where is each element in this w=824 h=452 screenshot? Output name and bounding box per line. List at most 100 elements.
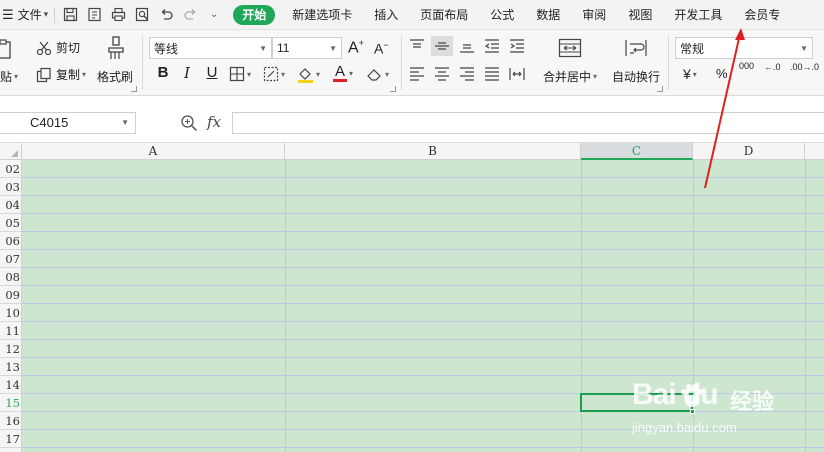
italic-icon[interactable]: I [178, 64, 196, 82]
justify-icon[interactable] [483, 66, 501, 82]
fill-color-button[interactable]: ▾ [297, 66, 320, 83]
row-header[interactable]: 16 [0, 412, 21, 430]
row-header[interactable]: 09 [0, 286, 21, 304]
row-header[interactable]: 02 [0, 160, 21, 178]
format-painter-button[interactable]: 格式刷 [97, 68, 133, 85]
select-all-button[interactable] [0, 143, 22, 160]
tab-data[interactable]: 数据 [525, 0, 571, 29]
cell-style-button[interactable]: ▾ [263, 66, 285, 82]
number-format-value: 常规 [680, 41, 705, 56]
font-size-value: 11 [277, 41, 290, 55]
align-bottom-icon[interactable] [458, 38, 476, 54]
tab-review[interactable]: 审阅 [571, 0, 617, 29]
column-header-c[interactable]: C [581, 143, 693, 160]
column-header-a[interactable]: A [22, 143, 285, 160]
chevron-down-icon: ▼ [259, 43, 267, 53]
font-color-icon: A [333, 63, 348, 82]
align-middle-icon[interactable] [431, 36, 453, 56]
row-header[interactable]: 17 [0, 430, 21, 448]
decrease-font-size-button[interactable]: A− [374, 40, 389, 57]
wrap-text-button[interactable]: 自动换行 [612, 68, 660, 85]
copy-icon [36, 67, 51, 82]
row-header[interactable]: 10 [0, 304, 21, 322]
row-header-selected[interactable]: 15 [0, 394, 21, 412]
row-header[interactable]: 08 [0, 268, 21, 286]
merge-center-button[interactable]: 合并居中 ▾ [543, 68, 597, 85]
chevron-down-icon: ▾ [692, 69, 697, 79]
undo-icon[interactable] [157, 6, 175, 24]
align-left-icon[interactable] [408, 66, 426, 82]
percent-button[interactable]: % [716, 66, 728, 81]
name-box[interactable]: C4015 ▼ [0, 112, 136, 134]
alignment-dialog-launcher[interactable] [657, 86, 663, 92]
save-icon[interactable] [61, 6, 79, 24]
align-right-icon[interactable] [458, 66, 476, 82]
redo-icon[interactable] [181, 6, 199, 24]
tab-developer[interactable]: 开发工具 [663, 0, 733, 29]
formula-input[interactable] [232, 112, 824, 134]
file-menu[interactable]: ☰ 文件 ▾ [2, 6, 48, 23]
increase-font-size-button[interactable]: A+ [348, 38, 364, 57]
font-name-select[interactable]: 等线 ▼ [149, 37, 272, 59]
cell-reference: C4015 [30, 115, 69, 130]
row-header[interactable]: 11 [0, 322, 21, 340]
tab-insert[interactable]: 插入 [363, 0, 409, 29]
borders-button[interactable]: ▾ [229, 66, 251, 82]
column-header-d[interactable]: D [693, 143, 805, 160]
decrease-indent-icon[interactable] [483, 38, 501, 54]
zoom-search-icon[interactable] [180, 114, 198, 135]
customize-toolbar-icon[interactable]: ⌄ [205, 6, 223, 24]
font-color-button[interactable]: A ▾ [333, 64, 353, 82]
export-pdf-icon[interactable] [85, 6, 103, 24]
tab-view[interactable]: 视图 [617, 0, 663, 29]
number-format-select[interactable]: 常规 ▼ [675, 37, 813, 59]
distributed-align-icon[interactable] [508, 66, 526, 82]
borders-icon [229, 66, 245, 82]
paste-button[interactable]: 粘贴 ▾ [0, 68, 18, 85]
font-dialog-launcher[interactable] [390, 86, 396, 92]
merge-cells-icon[interactable] [558, 38, 582, 58]
chevron-down-icon: ▼ [800, 43, 808, 53]
column-header-b[interactable]: B [285, 143, 581, 160]
thousands-separator-button[interactable]: 000 [739, 62, 754, 71]
cut-label: 剪切 [56, 41, 81, 55]
insert-function-button[interactable]: fx [207, 113, 221, 131]
align-center-icon[interactable] [433, 66, 451, 82]
row-header[interactable]: 12 [0, 340, 21, 358]
decrease-decimal-button[interactable]: .00→.0 [790, 62, 819, 72]
tab-formulas[interactable]: 公式 [479, 0, 525, 29]
row-header[interactable]: 14 [0, 376, 21, 394]
tab-page-layout[interactable]: 页面布局 [409, 0, 479, 29]
divider [54, 6, 56, 23]
increase-decimal-button[interactable]: ←.0 [764, 62, 781, 72]
underline-icon[interactable]: U [203, 64, 221, 81]
row-header[interactable]: 07 [0, 250, 21, 268]
increase-indent-icon[interactable] [508, 38, 526, 54]
align-top-icon[interactable] [408, 38, 426, 54]
row-header[interactable]: 13 [0, 358, 21, 376]
print-icon[interactable] [109, 6, 127, 24]
font-name-value: 等线 [154, 41, 179, 56]
cut-button[interactable]: 剪切 [36, 39, 80, 56]
tab-new-tab[interactable]: 新建选项卡 [281, 0, 363, 29]
clear-button[interactable]: ▾ [366, 66, 389, 82]
tab-member[interactable]: 会员专 [733, 0, 791, 29]
row-header[interactable]: 05 [0, 214, 21, 232]
row-header[interactable]: 04 [0, 196, 21, 214]
column-header-row: A B C D [0, 142, 824, 160]
copy-button[interactable]: 复制 ▾ [36, 66, 86, 83]
chevron-down-icon: ▼ [329, 43, 337, 53]
tab-home[interactable]: 开始 [233, 4, 276, 25]
wrap-text-icon[interactable] [624, 38, 648, 58]
print-preview-icon[interactable] [133, 6, 151, 24]
paste-icon[interactable] [0, 38, 16, 60]
currency-button[interactable]: ¥ ▾ [683, 66, 697, 82]
bold-icon[interactable]: B [154, 64, 172, 81]
row-header[interactable]: 03 [0, 178, 21, 196]
brush-icon[interactable] [106, 36, 126, 62]
row-header[interactable]: 06 [0, 232, 21, 250]
font-size-select[interactable]: 11 ▼ [272, 37, 342, 59]
chevron-down-icon: ▾ [385, 69, 390, 79]
watermark-url: jingyan.baidu.com [632, 420, 737, 435]
clipboard-dialog-launcher[interactable] [131, 86, 137, 92]
